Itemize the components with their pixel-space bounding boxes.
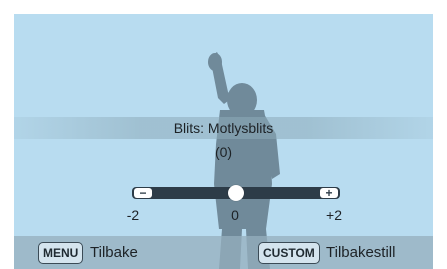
slider-thumb[interactable] xyxy=(228,185,244,201)
menu-key[interactable]: MENU xyxy=(38,242,84,264)
exposure-slider[interactable]: − + xyxy=(132,185,340,201)
back-label: Tilbake xyxy=(90,244,138,261)
slider-max-label: +2 xyxy=(326,207,342,223)
custom-key[interactable]: CUSTOM xyxy=(258,242,320,264)
setting-title: Blits: Motlysblits xyxy=(173,120,274,136)
plus-icon[interactable]: + xyxy=(320,187,338,199)
minus-icon[interactable]: − xyxy=(134,187,152,199)
camera-screen: Blits: Motlysblits (0) − + -2 0 +2 MENU … xyxy=(14,14,433,269)
slider-mid-label: 0 xyxy=(231,207,239,223)
reset-label: Tilbakestill xyxy=(326,244,396,261)
child-silhouette-image xyxy=(208,52,280,269)
slider-min-label: -2 xyxy=(126,207,140,223)
setting-value: (0) xyxy=(214,144,233,160)
